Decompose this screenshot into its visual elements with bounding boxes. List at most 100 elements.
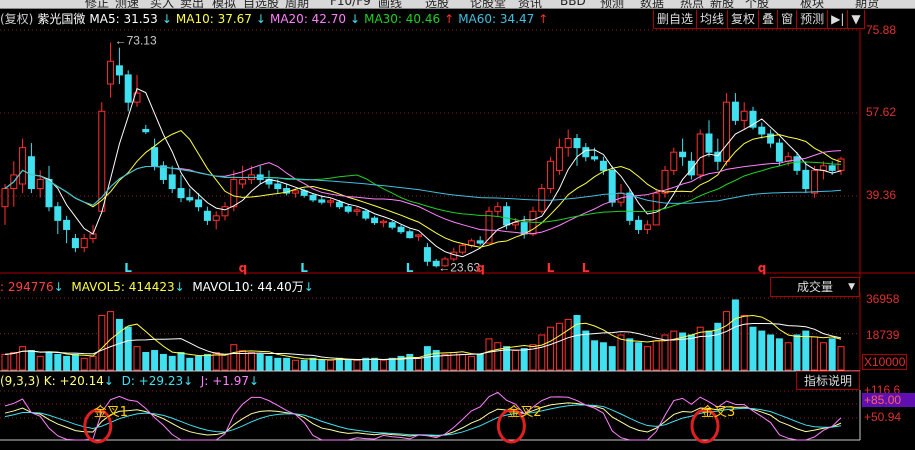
candle-body bbox=[344, 206, 352, 212]
candle-body bbox=[335, 201, 343, 208]
volume-bar bbox=[775, 338, 783, 371]
candle-body bbox=[731, 101, 739, 121]
volume-bar bbox=[177, 351, 185, 371]
ma10-value: MA10: 37.67 bbox=[175, 12, 252, 26]
candle-body bbox=[643, 224, 651, 230]
candle-body bbox=[45, 178, 53, 208]
volume-bar bbox=[344, 359, 352, 371]
chart-button[interactable]: 窗 bbox=[778, 10, 798, 29]
kdj-axis-label: +50.94 bbox=[864, 410, 902, 424]
chart-button[interactable]: ▼ bbox=[848, 10, 865, 29]
j-value: J: +1.97 bbox=[200, 374, 249, 388]
chart-button[interactable]: 叠 bbox=[759, 10, 779, 29]
kdj-chart[interactable]: 金叉1 金叉2 金叉3 bbox=[0, 390, 915, 450]
arrow-down-icon: ↓ bbox=[161, 12, 172, 26]
candle-body bbox=[142, 128, 150, 133]
volume-bar bbox=[379, 359, 387, 371]
candle-body bbox=[362, 210, 370, 219]
volume-bar bbox=[459, 353, 467, 371]
volume-bar bbox=[608, 346, 616, 371]
volume-bar bbox=[1, 353, 9, 371]
candle-body bbox=[379, 220, 387, 224]
toolbar-item[interactable]: 热点 bbox=[680, 0, 704, 8]
toolbar-item[interactable]: 测速 bbox=[115, 0, 139, 8]
ma60-value: MA60: 34.47 bbox=[458, 12, 535, 26]
kdj-axis-highlight: +85.00 bbox=[862, 393, 915, 407]
toolbar-item[interactable]: BBD bbox=[560, 0, 586, 8]
ma30-value: MA30: 40.46 bbox=[364, 12, 441, 26]
chart-button[interactable]: 复权 bbox=[728, 10, 760, 29]
chart-button[interactable]: ▶| bbox=[828, 10, 849, 29]
toolbar-item[interactable]: 自选股 bbox=[243, 0, 279, 8]
candle-body bbox=[388, 222, 396, 228]
volume-bar bbox=[133, 346, 141, 371]
candle-body bbox=[573, 138, 581, 149]
toolbar-item[interactable]: 资讯 bbox=[518, 0, 542, 8]
candle-body bbox=[555, 147, 563, 171]
indicator-explain-button[interactable]: 指标说明 bbox=[796, 371, 860, 390]
toolbar-item[interactable]: F10/F9 bbox=[330, 0, 371, 8]
volume-bar bbox=[203, 353, 211, 371]
toolbar-item[interactable]: 修正 bbox=[85, 0, 109, 8]
volume-bar bbox=[538, 334, 546, 371]
candle-body bbox=[203, 210, 211, 221]
volume-chart[interactable] bbox=[0, 292, 915, 372]
volume-bar bbox=[511, 350, 519, 371]
candle-body bbox=[168, 174, 176, 190]
volume-bar bbox=[274, 357, 282, 371]
candle-body bbox=[89, 233, 97, 240]
chart-button[interactable]: 预测 bbox=[797, 10, 829, 29]
candle-body bbox=[115, 65, 123, 76]
toolbar-item[interactable]: 新股 bbox=[710, 0, 734, 8]
candle-body bbox=[54, 206, 62, 221]
candle-body bbox=[670, 151, 678, 171]
volume-bar bbox=[388, 357, 396, 371]
volume-bar bbox=[652, 340, 660, 371]
candle-body bbox=[107, 60, 115, 85]
candle-body bbox=[687, 160, 695, 176]
candle-body bbox=[212, 215, 220, 221]
kdj-header: (9,3,3) K: +20.14↓ D: +29.23↓ J: +1.97↓ bbox=[0, 372, 259, 390]
price-axis-label: 75.88 bbox=[866, 23, 897, 37]
toolbar-item[interactable]: 选股 bbox=[425, 0, 449, 8]
chart-toolbar: 删自选 均线 复权叠窗预测 ▶| ▼ bbox=[653, 10, 865, 29]
toolbar-item[interactable]: 买入 bbox=[150, 0, 174, 8]
toolbar-item[interactable]: 论股堂 bbox=[470, 0, 506, 8]
volume-bar bbox=[309, 357, 317, 371]
toolbar-item[interactable]: 卖出 bbox=[180, 0, 204, 8]
volume-bar bbox=[547, 326, 555, 371]
volume-bar bbox=[195, 355, 203, 371]
candle-body bbox=[811, 169, 819, 194]
arrow-down-icon: ↓ bbox=[183, 374, 194, 388]
volume-axis-label: 36958 bbox=[866, 292, 900, 306]
candle-body bbox=[291, 190, 299, 194]
toolbar-item[interactable]: 预测 bbox=[600, 0, 624, 8]
toolbar-item[interactable]: 模拟 bbox=[212, 0, 236, 8]
candle-body bbox=[503, 206, 511, 226]
toolbar-item[interactable]: 个股 bbox=[745, 0, 769, 8]
volume-bar bbox=[168, 355, 176, 371]
toolbar-item[interactable]: 周期 bbox=[285, 0, 309, 8]
volume-bar bbox=[767, 334, 775, 371]
k-value: K: +20.14 bbox=[43, 374, 104, 388]
chart-button[interactable]: 均线 bbox=[697, 10, 729, 29]
candle-body bbox=[608, 169, 616, 203]
candle-body bbox=[652, 192, 660, 226]
chart-button[interactable]: 删自选 bbox=[654, 10, 698, 29]
volume-bar bbox=[89, 355, 97, 371]
volume-bar bbox=[27, 350, 35, 371]
volume-bar bbox=[705, 330, 713, 371]
toolbar-item[interactable]: 期货 bbox=[855, 0, 879, 8]
candle-body bbox=[802, 169, 810, 190]
candle-body bbox=[36, 178, 44, 190]
toolbar-item[interactable]: 数据 bbox=[640, 0, 664, 8]
volume-bar bbox=[142, 351, 150, 371]
price-chart[interactable]: ←73.13 ←23.63 L q L Lq L Lq bbox=[0, 28, 915, 278]
candle-body bbox=[828, 165, 836, 171]
low-price-label: ←23.63 bbox=[438, 261, 480, 275]
toolbar-item[interactable]: 画线 bbox=[378, 0, 402, 8]
volume-bar bbox=[476, 353, 484, 371]
candle-body bbox=[723, 101, 731, 162]
volume-bar bbox=[63, 355, 71, 371]
toolbar-item[interactable]: 板块 bbox=[800, 0, 824, 8]
